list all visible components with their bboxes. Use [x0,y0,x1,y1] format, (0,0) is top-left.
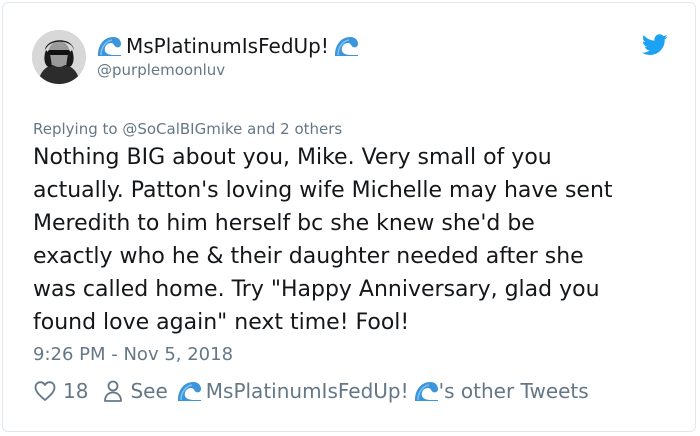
replying-prefix: Replying to [33,120,118,138]
water-wave-emoji-icon [334,37,358,56]
see-other-tweets-label[interactable]: See [130,379,167,403]
tweet-text-line: found love again" next time! Fool! [33,310,410,335]
tweet-text-line: actually. Patton's loving wife Michelle … [33,178,613,203]
see-other-tweets-name[interactable]: MsPlatinumIsFedUp! [206,379,409,403]
tweet-text-line: was called home. Try "Happy Anniversary,… [33,277,600,302]
replying-mention-link[interactable]: @SoCalBIGmike [122,120,242,138]
heart-icon[interactable] [33,379,57,403]
person-icon[interactable] [102,379,124,403]
water-wave-emoji-icon [98,37,121,56]
tweet-text: Nothing BIG about you, Mike. Very small … [33,141,673,339]
tweet-timestamp[interactable]: 9:26 PM - Nov 5, 2018 [33,344,233,365]
tweet-text-line: exactly who he & their daughter needed a… [33,244,584,269]
replying-to: Replying to @SoCalBIGmike and 2 others [33,120,342,138]
water-wave-emoji-icon [414,382,438,401]
like-count: 18 [63,379,89,403]
see-other-tweets-suffix[interactable]: 's other Tweets [439,379,589,403]
user-display-name[interactable]: MsPlatinumIsFedUp! [96,34,359,58]
tweet-text-line: Nothing BIG about you, Mike. Very small … [33,145,552,170]
user-handle[interactable]: @purplemoonluv [97,61,225,79]
avatar-image [32,30,86,84]
twitter-bird-icon[interactable] [642,34,668,56]
tweet-actions: 18 See MsPlatinumIsFedUp! 's other Tweet… [33,379,589,403]
replying-others-link[interactable]: and 2 others [247,120,342,138]
tweet-text-line: Meredith to him herself bc she knew she'… [33,211,535,236]
user-display-name-text: MsPlatinumIsFedUp! [126,34,329,58]
avatar[interactable] [32,30,86,84]
water-wave-emoji-icon [177,382,201,401]
